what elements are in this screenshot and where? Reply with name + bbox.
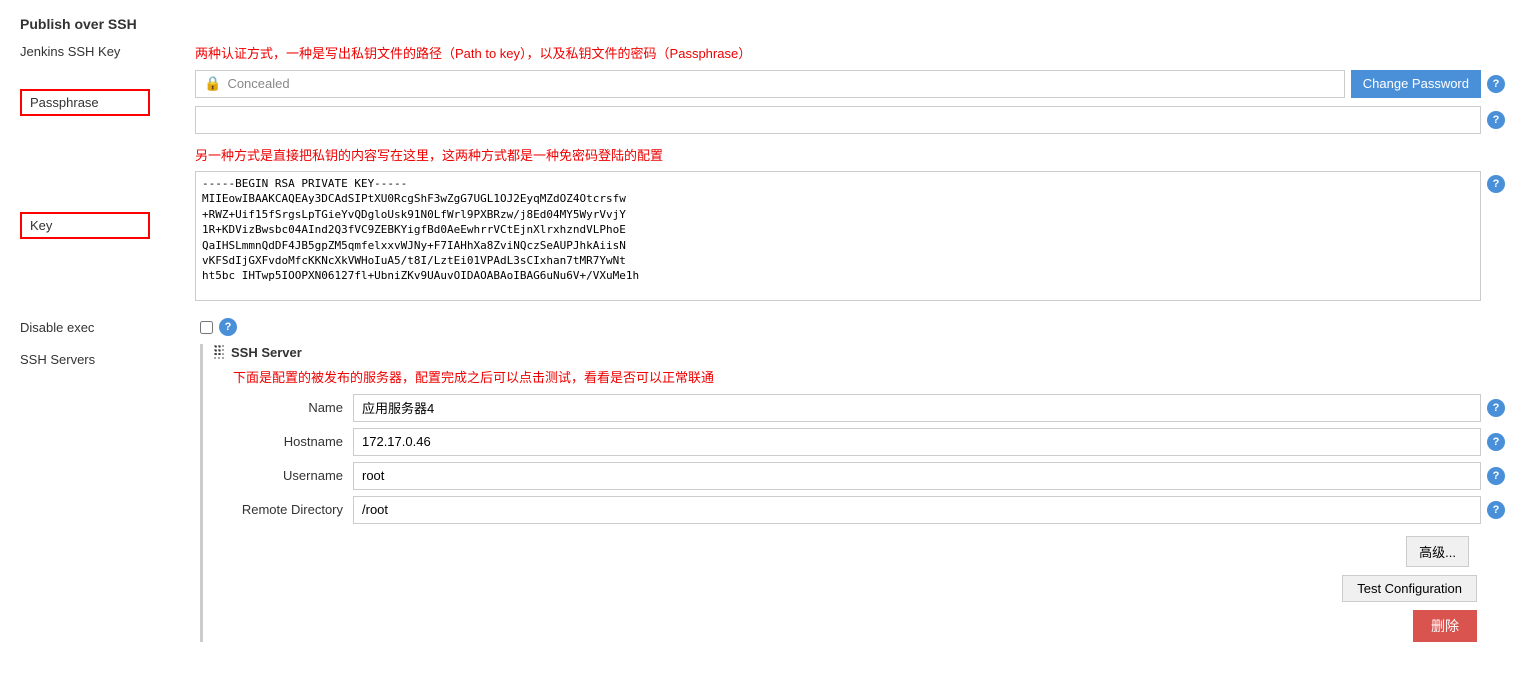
remote-dir-label: Remote Directory bbox=[233, 502, 353, 517]
change-password-button[interactable]: Change Password bbox=[1351, 70, 1481, 98]
annotation-1: 两种认证方式，一种是写出私钥文件的路径（Path to key），以及私钥文件的… bbox=[195, 44, 1505, 64]
advanced-button[interactable]: 高级... bbox=[1406, 536, 1469, 567]
hostname-label: Hostname bbox=[233, 434, 353, 449]
ssh-server-title: SSH Server bbox=[231, 345, 302, 360]
name-label: Name bbox=[233, 400, 353, 415]
username-label: Username bbox=[233, 468, 353, 483]
disable-exec-label: Disable exec bbox=[20, 320, 200, 335]
test-configuration-button[interactable]: Test Configuration bbox=[1342, 575, 1477, 602]
disable-exec-checkbox[interactable] bbox=[200, 321, 213, 334]
name-help-icon[interactable]: ? bbox=[1487, 399, 1505, 417]
delete-button[interactable]: 删除 bbox=[1413, 610, 1477, 642]
passphrase-help-icon[interactable]: ? bbox=[1487, 75, 1505, 93]
path-to-key-help-icon[interactable]: ? bbox=[1487, 111, 1505, 129]
remote-dir-input[interactable] bbox=[353, 496, 1481, 524]
path-to-key-input[interactable] bbox=[195, 106, 1481, 134]
key-textarea[interactable]: -----BEGIN RSA PRIVATE KEY----- MIIEowIB… bbox=[195, 171, 1481, 301]
hostname-help-icon[interactable]: ? bbox=[1487, 433, 1505, 451]
page-container: Publish over SSH Jenkins SSH Key Passphr… bbox=[0, 0, 1525, 674]
key-help-icon[interactable]: ? bbox=[1487, 175, 1505, 193]
lock-icon: 🔒 bbox=[204, 75, 221, 92]
disable-exec-help-icon[interactable]: ? bbox=[219, 318, 237, 336]
key-label-box: Key bbox=[20, 212, 150, 239]
hostname-input[interactable] bbox=[353, 428, 1481, 456]
jenkins-ssh-key-label: Jenkins SSH Key bbox=[20, 44, 195, 59]
username-input[interactable] bbox=[353, 462, 1481, 490]
name-input[interactable] bbox=[353, 394, 1481, 422]
page-title: Publish over SSH bbox=[20, 10, 1505, 32]
passphrase-label-box: Passphrase bbox=[20, 89, 150, 116]
annotation-2: 另一种方式是直接把私钥的内容写在这里，这两种方式都是一种免密码登陆的配置 bbox=[195, 146, 1505, 166]
username-help-icon[interactable]: ? bbox=[1487, 467, 1505, 485]
remote-dir-help-icon[interactable]: ? bbox=[1487, 501, 1505, 519]
annotation-3: 下面是配置的被发布的服务器，配置完成之后可以点击测试，看看是否可以正常联通 bbox=[233, 368, 1505, 388]
drag-handle[interactable]: ⠿ bbox=[213, 344, 225, 360]
passphrase-concealed: Concealed bbox=[227, 76, 289, 91]
ssh-servers-label: SSH Servers bbox=[20, 344, 200, 642]
